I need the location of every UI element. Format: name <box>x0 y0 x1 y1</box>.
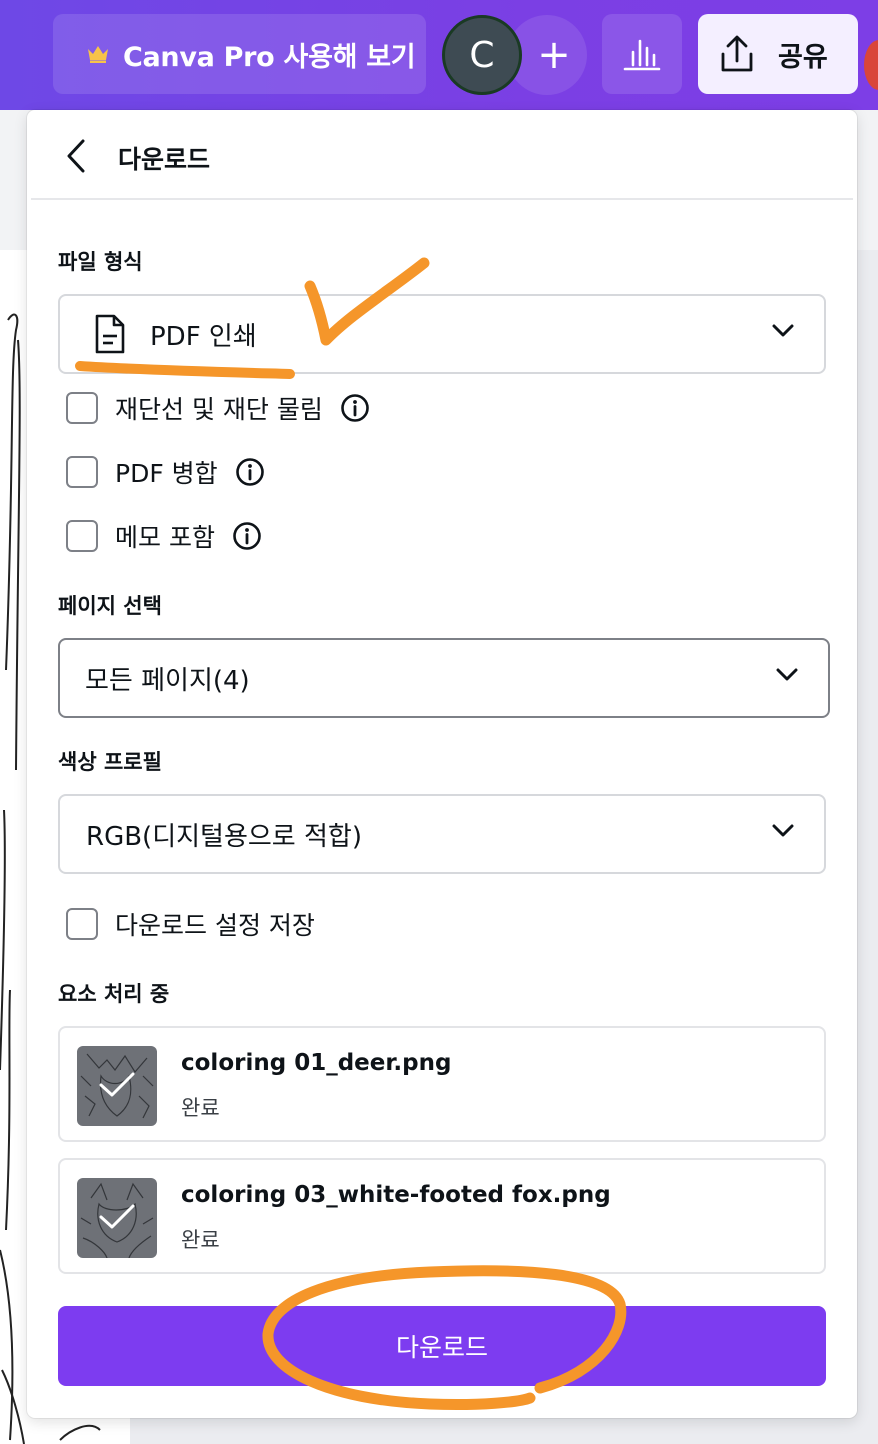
crown-icon <box>88 46 108 63</box>
file-thumbnail <box>77 1046 157 1126</box>
include-notes-checkbox[interactable] <box>66 520 98 552</box>
share-label: 공유 <box>778 41 828 73</box>
info-icon[interactable] <box>232 521 262 551</box>
option-save-settings[interactable]: 다운로드 설정 저장 <box>66 906 315 942</box>
include-notes-label: 메모 포함 <box>115 523 215 552</box>
option-include-notes[interactable]: 메모 포함 <box>66 518 262 554</box>
plus-icon: + <box>537 32 571 78</box>
file-type-select[interactable]: PDF 인쇄 <box>58 294 826 374</box>
file-thumbnail <box>77 1178 157 1258</box>
try-canva-pro-button[interactable]: Canva Pro 사용해 보기 <box>53 14 426 94</box>
color-profile-label: 색상 프로필 <box>58 750 162 774</box>
page-select-label: 페이지 선택 <box>58 594 162 618</box>
info-icon[interactable] <box>340 393 370 423</box>
insights-button[interactable] <box>602 14 682 94</box>
browser-extension-icon[interactable] <box>864 40 878 90</box>
page-select[interactable]: 모든 페이지(4) <box>58 638 830 718</box>
color-profile-select[interactable]: RGB(디지털용으로 적합) <box>58 794 826 874</box>
download-panel: 다운로드 파일 형식 PDF 인쇄 재단선 및 재단 물림 PDF 병합 메모 … <box>27 110 857 1418</box>
processing-file-card: coloring 03_white-footed fox.png 완료 <box>58 1158 826 1274</box>
color-profile-value: RGB(디지털용으로 적합) <box>86 821 362 852</box>
bar-chart-icon <box>623 39 661 71</box>
header-divider <box>31 198 853 200</box>
file-name: coloring 03_white-footed fox.png <box>181 1182 611 1208</box>
crop-marks-checkbox[interactable] <box>66 392 98 424</box>
processing-file-card: coloring 01_deer.png 완료 <box>58 1026 826 1142</box>
merge-pdf-label: PDF 병합 <box>115 459 218 488</box>
save-settings-label: 다운로드 설정 저장 <box>115 911 315 940</box>
try-pro-label: Canva Pro 사용해 보기 <box>123 41 416 73</box>
file-status: 완료 <box>181 1096 220 1120</box>
option-crop-marks-bleed[interactable]: 재단선 및 재단 물림 <box>66 390 370 426</box>
info-icon[interactable] <box>235 457 265 487</box>
file-type-label: 파일 형식 <box>58 250 143 274</box>
user-avatar[interactable]: C <box>442 15 522 95</box>
processing-label: 요소 처리 중 <box>58 982 170 1006</box>
share-upload-icon <box>721 35 753 72</box>
check-icon <box>99 1204 135 1229</box>
file-status: 완료 <box>181 1228 220 1252</box>
panel-title: 다운로드 <box>118 145 211 174</box>
back-button[interactable] <box>59 138 93 174</box>
document-icon <box>95 314 125 354</box>
save-settings-checkbox[interactable] <box>66 908 98 940</box>
file-type-value: PDF 인쇄 <box>150 321 257 352</box>
crop-marks-label: 재단선 및 재단 물림 <box>115 395 323 424</box>
download-button-label: 다운로드 <box>395 1333 488 1362</box>
share-button[interactable]: 공유 <box>698 14 858 94</box>
file-name: coloring 01_deer.png <box>181 1050 452 1076</box>
download-button[interactable]: 다운로드 <box>58 1306 826 1386</box>
check-icon <box>99 1072 135 1097</box>
page-select-value: 모든 페이지(4) <box>85 665 250 696</box>
merge-pdf-checkbox[interactable] <box>66 456 98 488</box>
avatar-initial: C <box>469 34 495 76</box>
option-merge-pdf[interactable]: PDF 병합 <box>66 454 265 490</box>
chevron-down-icon <box>776 668 798 681</box>
chevron-down-icon <box>772 324 794 337</box>
chevron-left-icon <box>67 139 85 173</box>
top-bar: Canva Pro 사용해 보기 + C 공유 <box>0 0 878 110</box>
chevron-down-icon <box>772 824 794 837</box>
